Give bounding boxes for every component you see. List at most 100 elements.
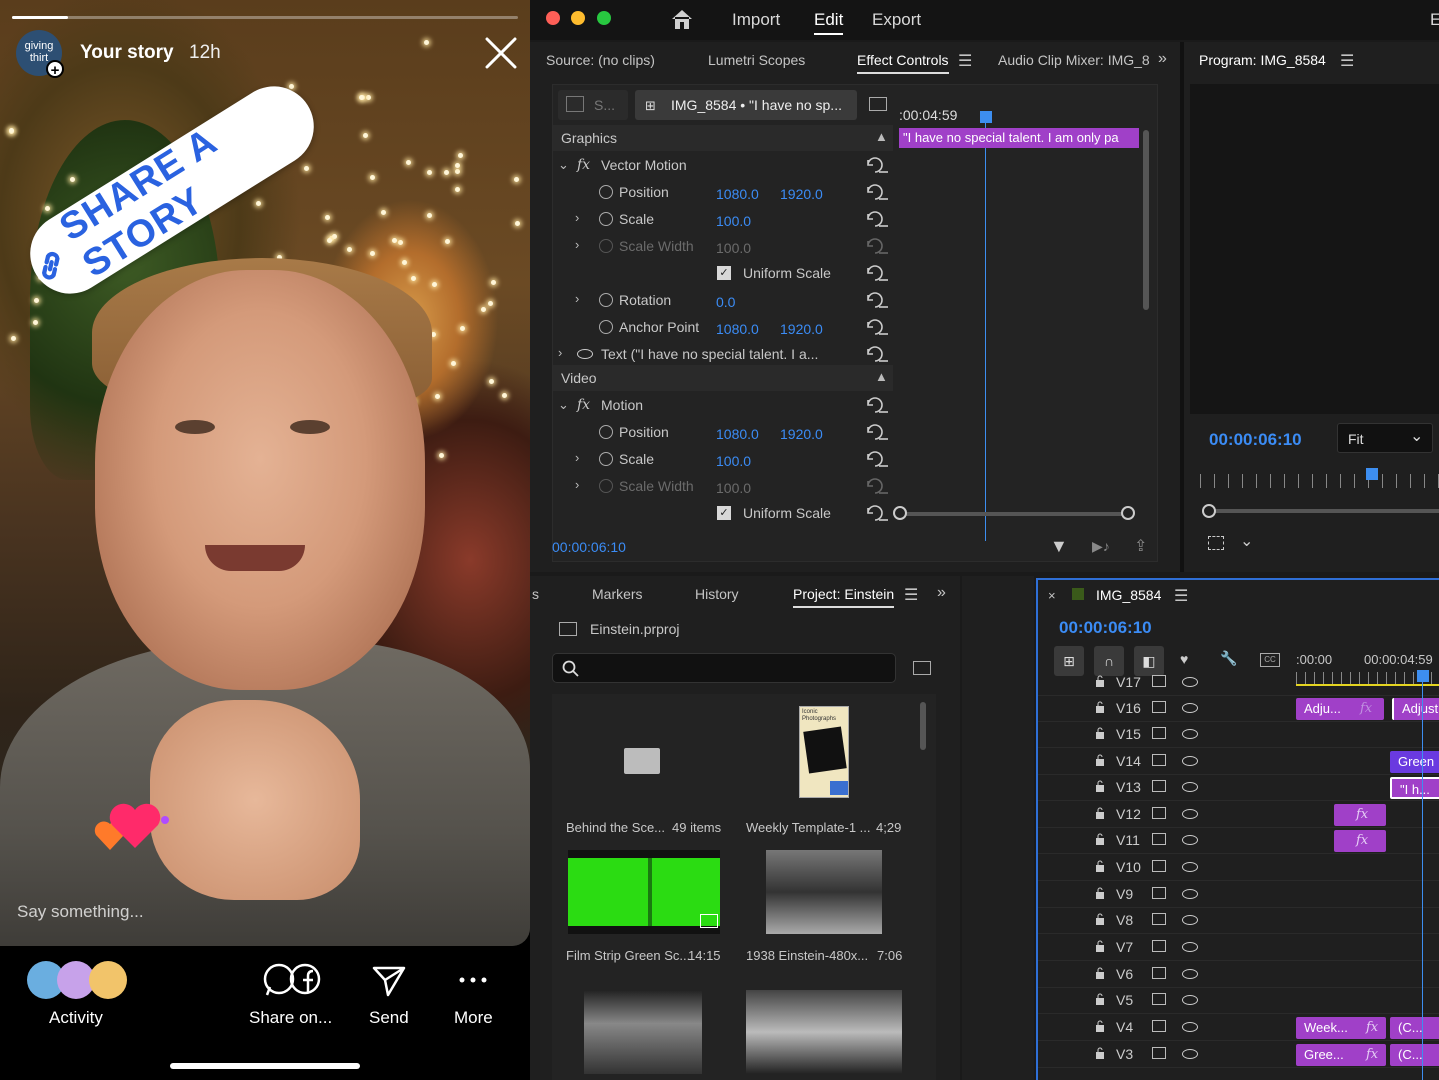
export-icon[interactable]: ⇪	[1134, 536, 1147, 556]
clip-weekly[interactable]: Week... fx	[1296, 1017, 1386, 1039]
tab-effect-controls[interactable]: Effect Controls	[857, 52, 949, 74]
ec-zoom-slider[interactable]	[893, 506, 1135, 520]
reset-icon[interactable]	[866, 346, 888, 362]
slider-handle[interactable]	[1202, 504, 1216, 518]
track-v13[interactable]: V13 "I h...	[1038, 775, 1439, 801]
reset-icon[interactable]	[866, 157, 888, 173]
eye-icon[interactable]	[1182, 1049, 1198, 1059]
chevron-right-icon[interactable]: ›	[575, 450, 579, 465]
lock-icon[interactable]	[1095, 727, 1105, 739]
project-item-folder[interactable]: Behind the Sce... 49 items	[564, 706, 721, 835]
graphics-header[interactable]: Graphics ▲	[553, 125, 893, 151]
fit-dropdown[interactable]: Fit ⌄	[1337, 423, 1433, 453]
close-tab-icon[interactable]: ×	[1048, 588, 1056, 603]
tab-sequence[interactable]: IMG_8584	[1096, 587, 1161, 603]
clip-green[interactable]: Green	[1390, 751, 1439, 773]
close-window-button[interactable]	[546, 11, 560, 25]
tab-source[interactable]: Source: (no clips)	[546, 52, 655, 68]
tab-lumetri-scopes[interactable]: Lumetri Scopes	[708, 52, 805, 68]
reset-icon[interactable]	[866, 319, 888, 335]
more-tabs-icon[interactable]: »	[937, 584, 946, 602]
reset-icon[interactable]	[866, 397, 888, 413]
reset-icon[interactable]	[866, 211, 888, 227]
gfx-anchor-row[interactable]: Anchor Point 1080.0 1920.0	[553, 314, 1157, 340]
chevron-down-icon[interactable]: ⌄	[1240, 531, 1253, 551]
project-item-thumb[interactable]	[584, 990, 702, 1074]
gfx-scale-width-row[interactable]: › Scale Width 100.0	[553, 233, 1157, 259]
program-timecode[interactable]: 00:00:06:10	[1209, 430, 1302, 450]
project-item-thumb[interactable]	[746, 990, 902, 1074]
lock-icon[interactable]	[1095, 940, 1105, 952]
reset-icon[interactable]	[866, 451, 888, 467]
slider-handle[interactable]	[893, 506, 907, 520]
ec-timecode[interactable]: 00:00:06:10	[552, 539, 626, 555]
fx-icon[interactable]: fx	[577, 397, 590, 413]
toggle-sync-icon[interactable]	[1152, 675, 1166, 687]
collapse-up-icon[interactable]: ▲	[875, 369, 888, 384]
eye-icon[interactable]	[1182, 677, 1198, 687]
eye-icon[interactable]	[1182, 969, 1198, 979]
story-username[interactable]: Your story	[80, 42, 174, 64]
lock-icon[interactable]	[1095, 833, 1105, 845]
eye-icon[interactable]	[1182, 835, 1198, 845]
toggle-sync-icon[interactable]	[1152, 701, 1166, 713]
lock-icon[interactable]	[1095, 993, 1105, 1005]
chevron-right-icon[interactable]: ›	[558, 345, 562, 360]
stopwatch-icon[interactable]	[599, 320, 613, 334]
search-input[interactable]	[552, 653, 896, 683]
toggle-sync-icon[interactable]	[1152, 833, 1166, 845]
timeline-timecode[interactable]: 00:00:06:10	[1059, 618, 1152, 638]
clip-green-screen[interactable]: Gree... fx	[1296, 1044, 1386, 1066]
video-position-row[interactable]: Position 1080.0 1920.0	[553, 419, 1157, 445]
reset-icon[interactable]	[866, 184, 888, 200]
clip-c[interactable]: (C...	[1390, 1044, 1439, 1066]
source-selector[interactable]: S...	[558, 90, 628, 120]
gfx-uniform-scale-row[interactable]: ✓ Uniform Scale	[553, 260, 1157, 286]
reset-icon[interactable]	[866, 265, 888, 281]
track-v14[interactable]: V14 Green	[1038, 749, 1439, 775]
ec-playhead[interactable]	[980, 111, 992, 123]
eye-icon[interactable]	[1182, 942, 1198, 952]
toggle-sync-icon[interactable]	[1152, 1047, 1166, 1059]
clip-adjustment[interactable]: Adju... fx	[1296, 698, 1384, 720]
project-item-film-strip[interactable]: Film Strip Green Sc... 14:15	[564, 844, 734, 963]
clip-selector[interactable]: ⊞ IMG_8584 • "I have no sp...	[635, 90, 857, 120]
clip-fx[interactable]: fx	[1334, 804, 1386, 826]
play-audio-icon[interactable]: ▶♪	[1092, 538, 1110, 555]
toggle-sync-icon[interactable]	[1152, 727, 1166, 739]
menu-import[interactable]: Import	[732, 10, 780, 30]
prop-value[interactable]: 1920.0	[780, 186, 823, 202]
video-scale-width-row[interactable]: › Scale Width 100.0	[553, 473, 1157, 499]
lock-icon[interactable]	[1095, 1020, 1105, 1032]
eye-icon[interactable]	[1182, 782, 1198, 792]
filter-icon[interactable]: ▼	[1050, 536, 1068, 557]
more-tabs-icon[interactable]: »	[1158, 50, 1167, 68]
eye-icon[interactable]	[1182, 809, 1198, 819]
eye-icon[interactable]	[1182, 703, 1198, 713]
toggle-sync-icon[interactable]	[1152, 754, 1166, 766]
new-bin-icon[interactable]	[913, 661, 931, 675]
prop-value[interactable]: 100.0	[716, 453, 751, 469]
checkbox-checked[interactable]: ✓	[717, 506, 731, 520]
toggle-sync-icon[interactable]	[1152, 940, 1166, 952]
lock-icon[interactable]	[1095, 754, 1105, 766]
project-scrollbar[interactable]	[920, 702, 926, 750]
toggle-sync-icon[interactable]	[1152, 860, 1166, 872]
chevron-right-icon[interactable]: ›	[575, 210, 579, 225]
stopwatch-icon[interactable]	[599, 425, 613, 439]
add-story-icon[interactable]: +	[46, 60, 64, 79]
lock-icon[interactable]	[1095, 913, 1105, 925]
gfx-rotation-row[interactable]: › Rotation 0.0	[553, 287, 1157, 313]
reset-icon[interactable]	[866, 424, 888, 440]
eye-icon[interactable]	[1182, 889, 1198, 899]
lock-icon[interactable]	[1095, 860, 1105, 872]
menu-export[interactable]: Export	[872, 10, 921, 30]
menu-edit[interactable]: Edit	[814, 10, 844, 35]
gfx-scale-row[interactable]: › Scale 100.0	[553, 206, 1157, 232]
program-ruler[interactable]	[1200, 474, 1439, 488]
prop-value[interactable]: 1080.0	[716, 321, 759, 337]
prop-value[interactable]: 1080.0	[716, 426, 759, 442]
lock-icon[interactable]	[1095, 807, 1105, 819]
stopwatch-icon[interactable]	[599, 212, 613, 226]
reply-input[interactable]: Say something...	[17, 902, 144, 922]
